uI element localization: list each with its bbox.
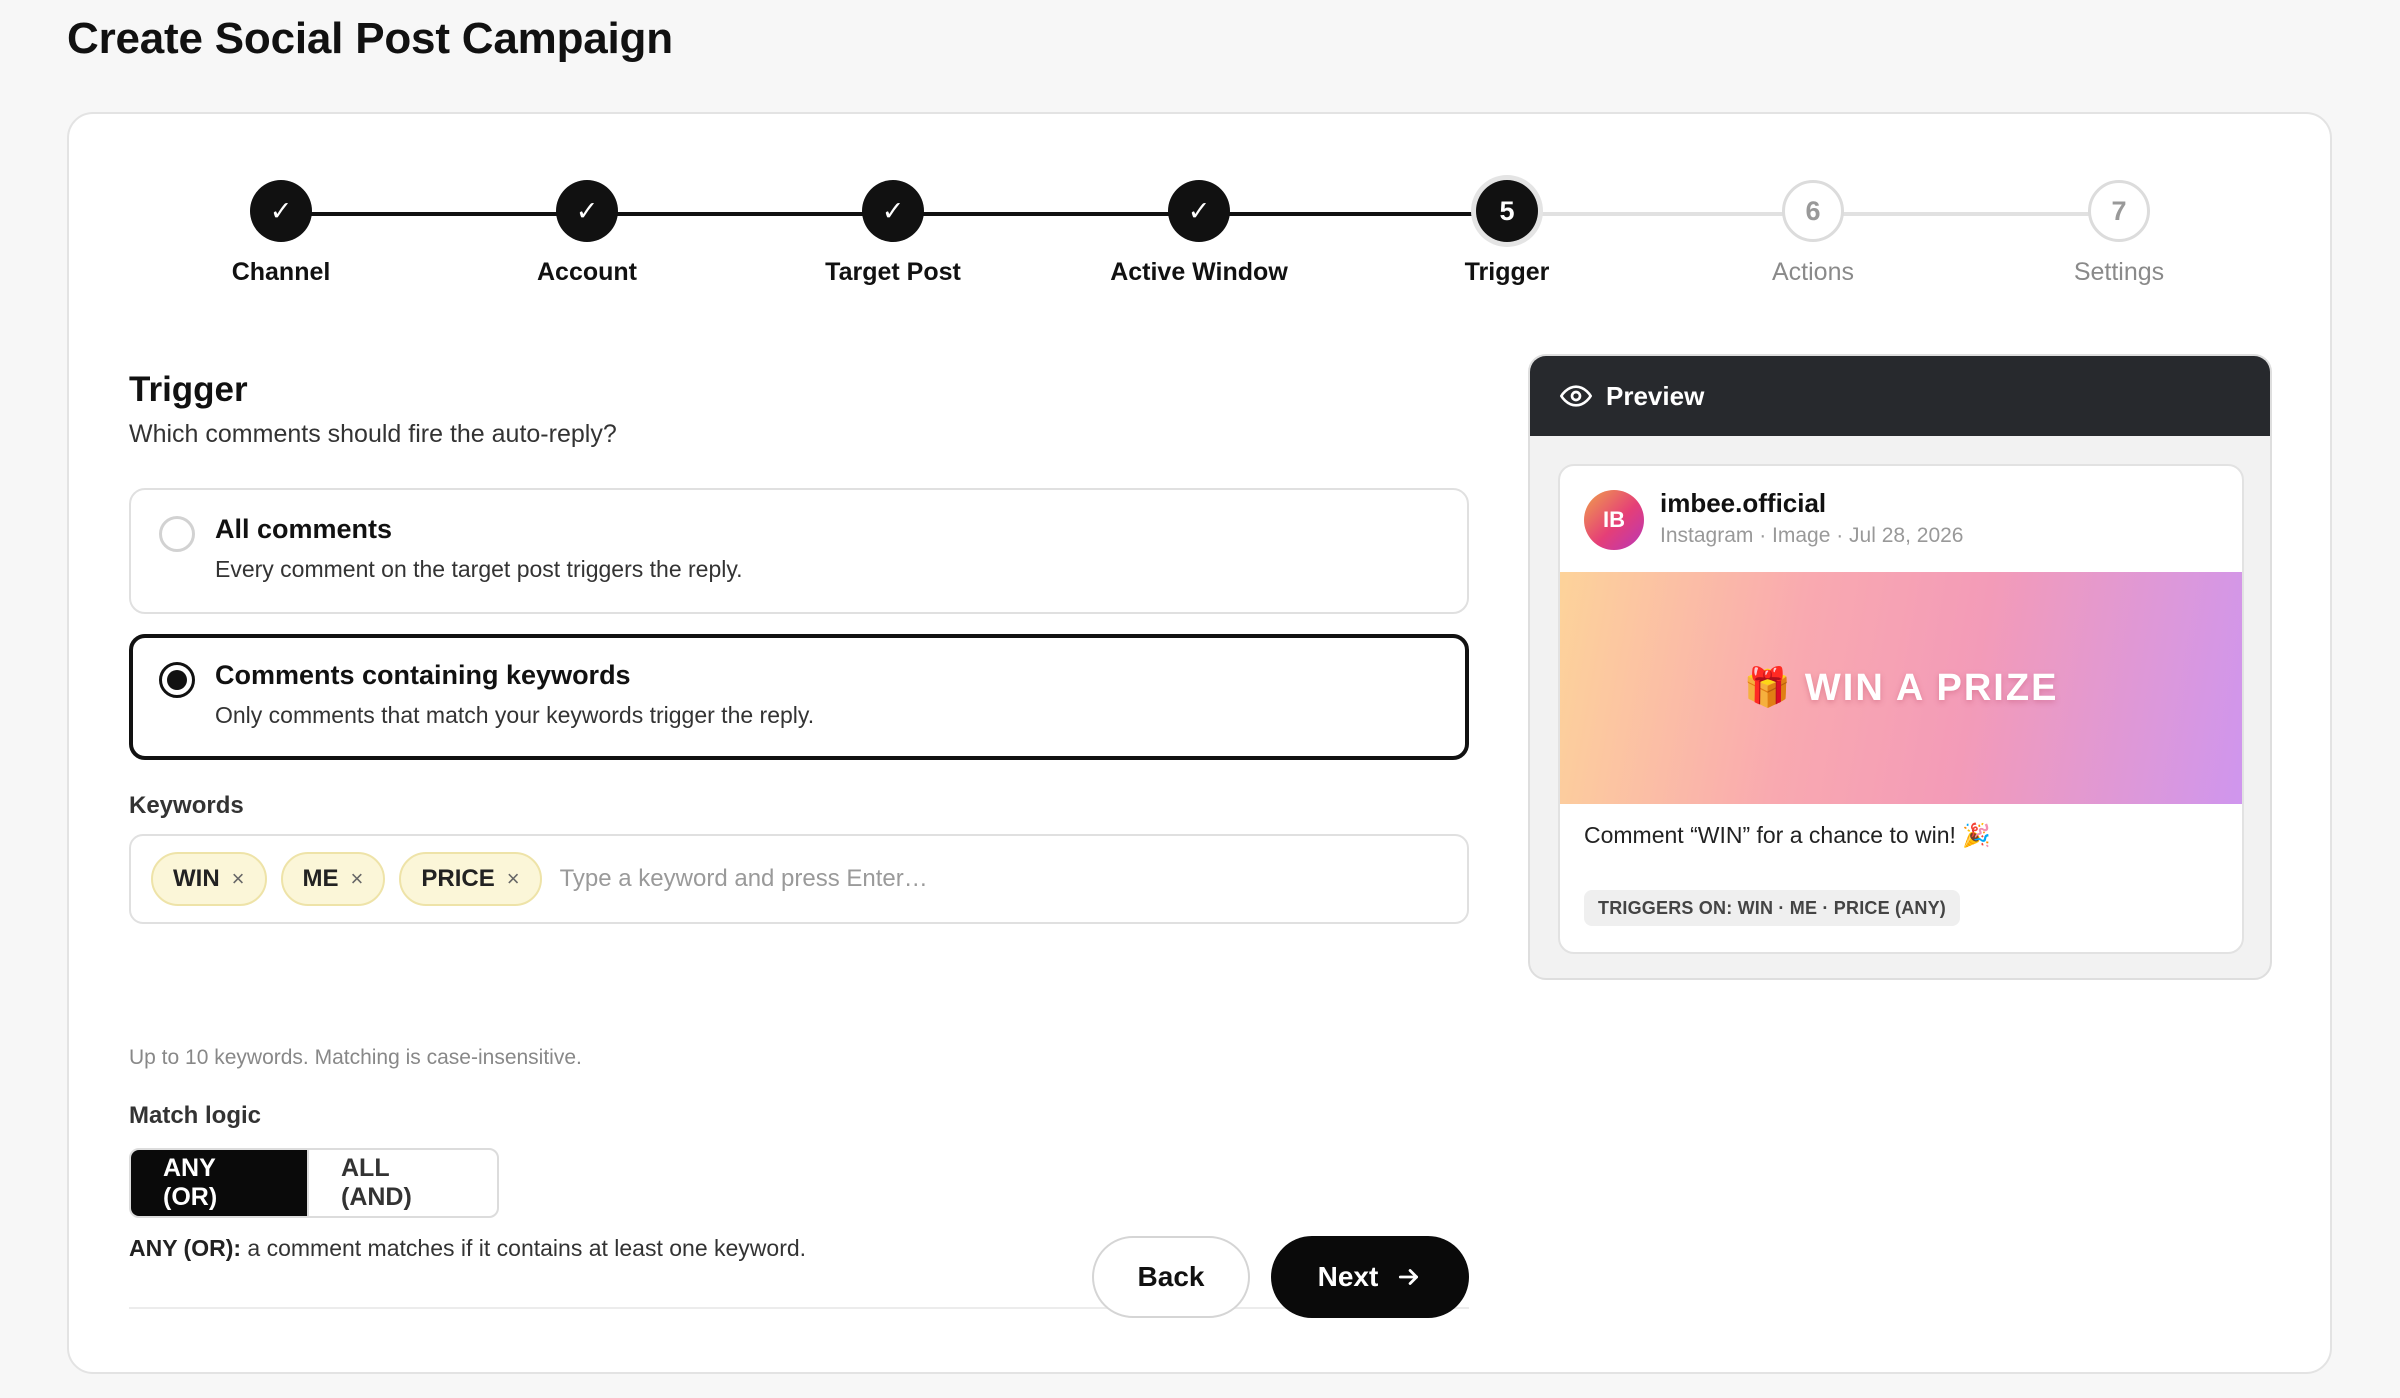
- step-channel[interactable]: ✓ Channel: [131, 180, 431, 287]
- post-meta: Instagram · Image · Jul 28, 2026: [1660, 524, 1964, 547]
- keywords-input-box[interactable]: WIN × ME × PRICE ×: [129, 834, 1469, 924]
- keyword-chip: WIN ×: [151, 852, 267, 906]
- post-image: 🎁 WIN A PRIZE: [1560, 572, 2242, 804]
- avatar: IB: [1584, 490, 1644, 550]
- step-trigger[interactable]: 5 Trigger: [1357, 180, 1657, 287]
- preview-panel: Preview IB imbee.official Instagram · Im…: [1528, 354, 2272, 980]
- back-button-label: Back: [1137, 1261, 1205, 1292]
- match-logic-note: ANY (OR): a comment matches if it contai…: [129, 1235, 806, 1262]
- preview-header: Preview: [1530, 356, 2270, 436]
- check-icon: ✓: [1168, 180, 1230, 242]
- remove-icon[interactable]: ×: [507, 866, 520, 892]
- keyword-chip: ME ×: [280, 852, 386, 906]
- check-icon: ✓: [250, 180, 312, 242]
- eye-icon: [1560, 380, 1592, 412]
- step-target-post[interactable]: ✓ Target Post: [743, 180, 1043, 287]
- keyword-chip: PRICE ×: [399, 852, 542, 906]
- match-logic-label: Match logic: [129, 1102, 262, 1129]
- step-label: Actions: [1772, 258, 1854, 286]
- radio-checked-icon[interactable]: [159, 662, 195, 698]
- next-button-label: Next: [1317, 1261, 1379, 1292]
- section-subtitle: Which comments should fire the auto-repl…: [129, 420, 617, 448]
- step-number: 6: [1782, 180, 1844, 242]
- arrow-right-icon: [1396, 1264, 1422, 1290]
- step-label: Channel: [231, 258, 331, 286]
- option-keywords[interactable]: Comments containing keywords Only commen…: [129, 634, 1469, 760]
- preview-title: Preview: [1606, 380, 1705, 411]
- option-all-comments[interactable]: All comments Every comment on the target…: [129, 488, 1469, 614]
- step-account[interactable]: ✓ Account: [437, 180, 737, 287]
- step-label: Trigger: [1464, 258, 1550, 286]
- check-icon: ✓: [556, 180, 618, 242]
- page-title: Create Social Post Campaign: [67, 14, 673, 63]
- keyword-input[interactable]: [559, 865, 1160, 893]
- option-title: All comments: [215, 514, 393, 544]
- keyword-chip-label: ME: [302, 865, 339, 892]
- match-any-button[interactable]: ANY (OR): [131, 1150, 307, 1216]
- step-label: Target Post: [825, 258, 961, 286]
- match-all-button[interactable]: ALL (AND): [307, 1150, 497, 1216]
- step-label: Account: [537, 258, 637, 286]
- section-title: Trigger: [129, 370, 248, 409]
- post-caption: Comment “WIN” for a chance to win! 🎉: [1584, 822, 1991, 848]
- stepper: ✓ Channel ✓ Account ✓ Target Post ✓ Acti…: [69, 114, 2330, 314]
- step-active-window[interactable]: ✓ Active Window: [1049, 180, 1349, 287]
- option-title: Comments containing keywords: [215, 660, 631, 690]
- keyword-chip-label: PRICE: [421, 865, 495, 892]
- match-logic-toggle: ANY (OR) ALL (AND): [129, 1148, 499, 1218]
- step-number: 5: [1476, 180, 1538, 242]
- match-note-strong: ANY (OR):: [129, 1235, 242, 1261]
- option-description: Every comment on the target post trigger…: [215, 556, 743, 582]
- back-button[interactable]: Back: [1092, 1236, 1250, 1318]
- step-actions: 6 Actions: [1663, 180, 1963, 287]
- remove-icon[interactable]: ×: [232, 866, 245, 892]
- next-button[interactable]: Next: [1271, 1236, 1469, 1318]
- trigger-badge: TRIGGERS ON: WIN · ME · PRICE (ANY): [1584, 890, 1960, 926]
- step-label: Active Window: [1110, 258, 1288, 286]
- keyword-chip-label: WIN: [173, 865, 220, 892]
- check-icon: ✓: [862, 180, 924, 242]
- match-note-text: a comment matches if it contains at leas…: [241, 1235, 807, 1261]
- post-preview-card: IB imbee.official Instagram · Image · Ju…: [1558, 464, 2244, 954]
- radio-unchecked-icon[interactable]: [159, 516, 195, 552]
- divider: [129, 1307, 1469, 1309]
- keywords-hint: Up to 10 keywords. Matching is case-inse…: [129, 1046, 582, 1069]
- keywords-label: Keywords: [129, 792, 244, 819]
- account-name: imbee.official: [1660, 488, 1827, 518]
- option-description: Only comments that match your keywords t…: [215, 702, 815, 728]
- step-number: 7: [2088, 180, 2150, 242]
- step-settings: 7 Settings: [1969, 180, 2269, 287]
- remove-icon[interactable]: ×: [351, 866, 364, 892]
- post-image-text: WIN A PRIZE: [1804, 666, 2059, 709]
- step-label: Settings: [2073, 258, 2165, 286]
- gift-icon: 🎁: [1743, 667, 1791, 709]
- campaign-card: ✓ Channel ✓ Account ✓ Target Post ✓ Acti…: [67, 112, 2332, 1374]
